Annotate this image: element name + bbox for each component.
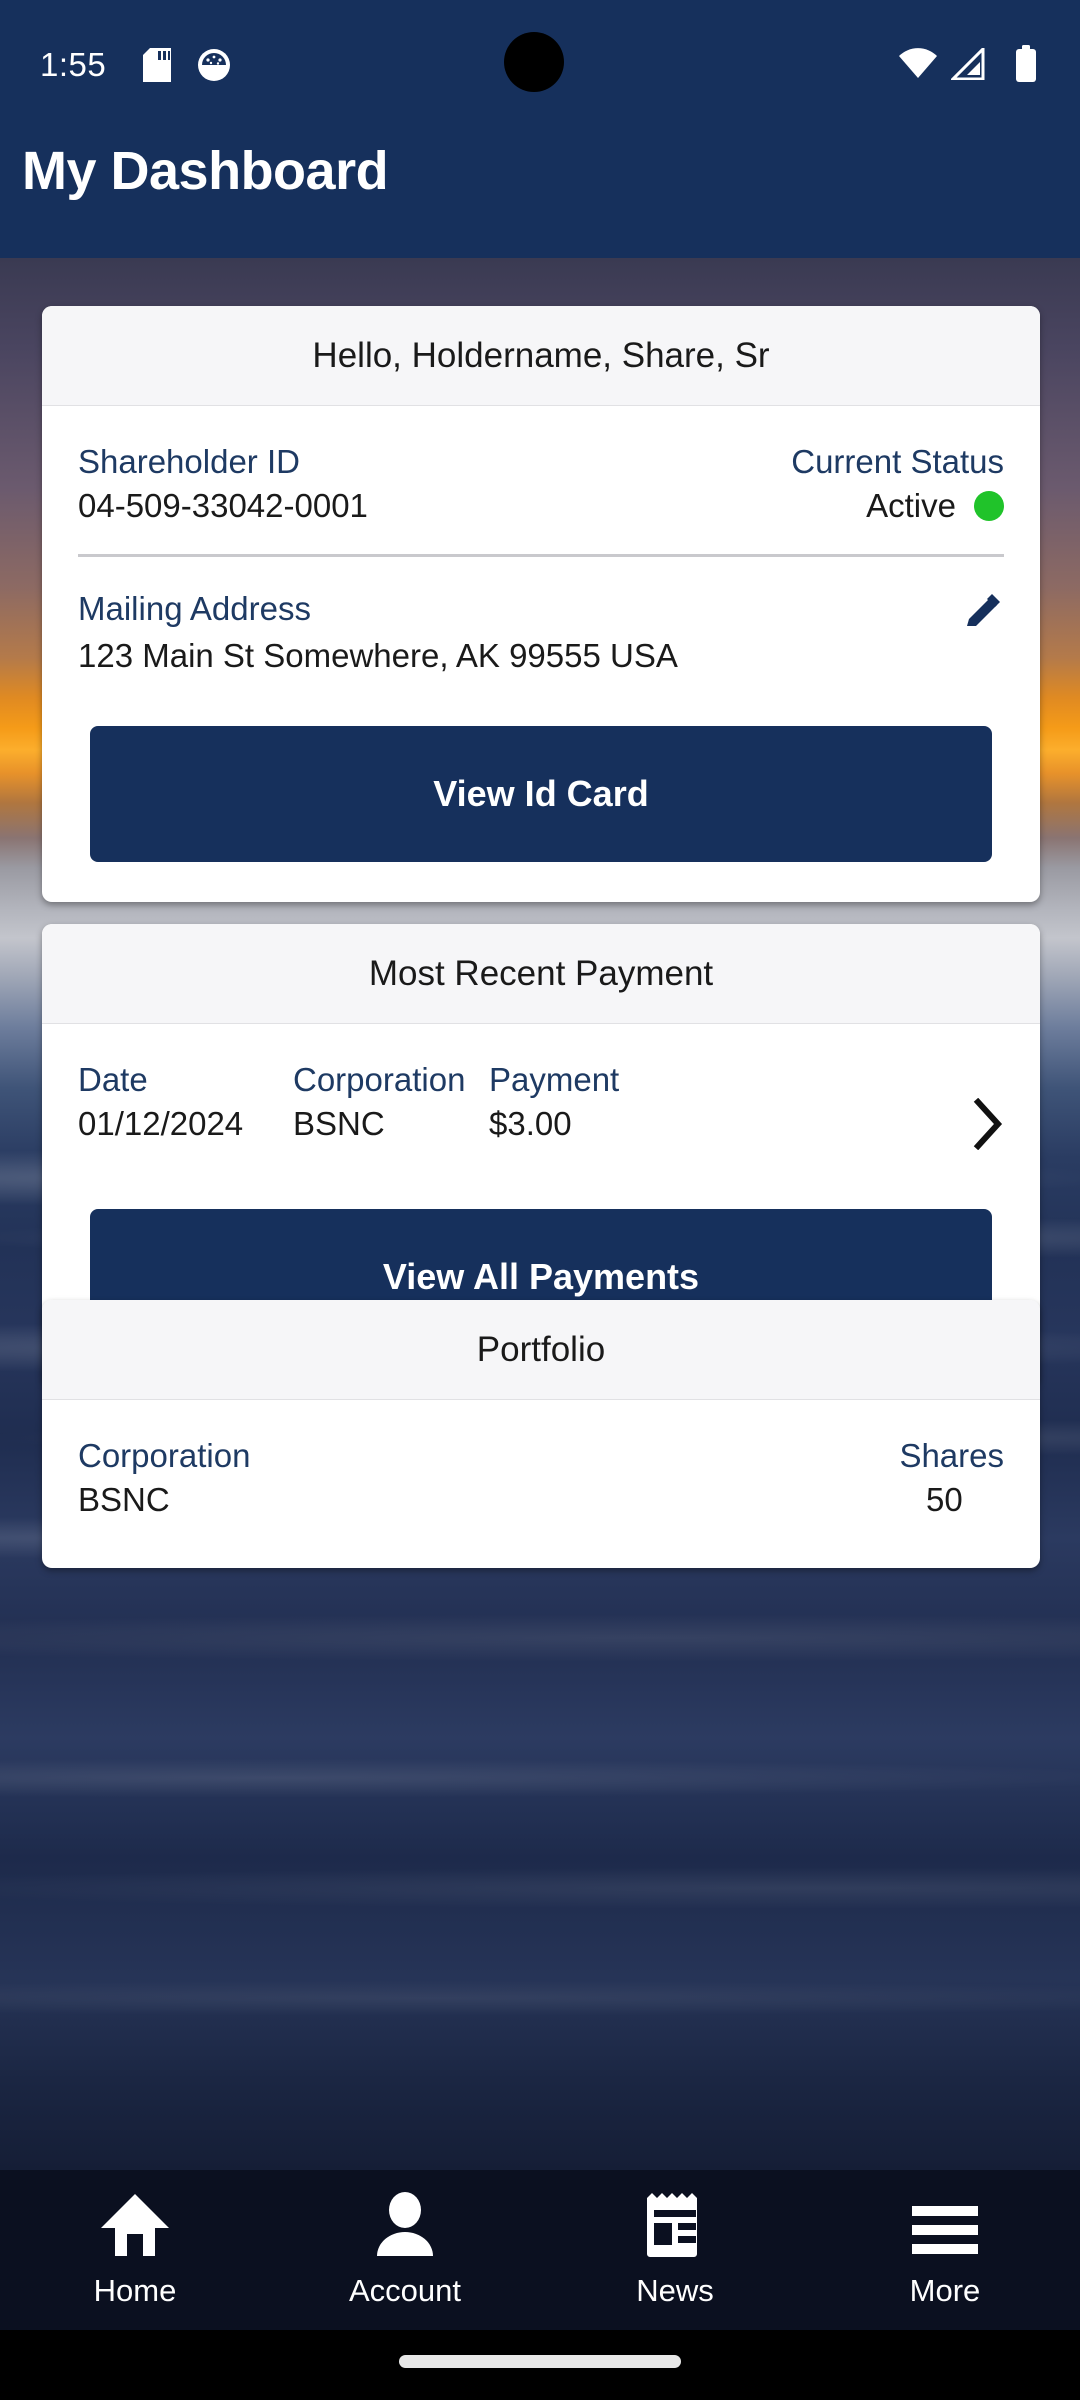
payment-amount: $3.00 [489,1105,572,1142]
status-indicator-dot [974,491,1004,521]
portfolio-columns-row: Corporation Shares [78,1400,1004,1478]
hamburger-menu-icon [908,2192,982,2263]
chevron-right-icon[interactable] [970,1097,1004,1155]
night-mode-icon [197,48,231,87]
gesture-pill[interactable] [399,2355,681,2368]
bottom-navigation-bar: Home Account News More [0,2170,1080,2330]
mailing-address-row[interactable]: Mailing Address [78,587,1004,634]
nav-label-home: Home [93,2272,177,2308]
app-header: My Dashboard [0,96,1080,258]
person-icon [373,2191,437,2263]
pencil-icon[interactable] [966,591,1004,634]
payment-card-header: Most Recent Payment [42,924,1040,1024]
battery-icon [1014,45,1038,88]
payment-date: 01/12/2024 [78,1105,244,1142]
portfolio-card: Portfolio Corporation Shares BSNC 50 [42,1300,1040,1568]
status-bar: 1:55 [0,0,1080,96]
cellular-signal-icon [949,45,985,85]
portfolio-shares: 50 [926,1481,963,1518]
nav-item-account[interactable]: Account [270,2191,540,2309]
phone-screen: 1:55 My Dashboard Hello, Holdername, Sha… [0,0,1080,2400]
current-status-value: Active [866,487,956,524]
nav-label-news: News [636,2272,714,2308]
mailing-address-label: Mailing Address [78,590,311,627]
nav-item-more[interactable]: More [810,2192,1080,2309]
shareholder-status-labels-row: Shareholder ID Current Status [78,406,1004,484]
camera-notch [504,32,564,92]
payment-row[interactable]: 01/12/2024 BSNC $3.00 [78,1097,1004,1155]
newspaper-icon [645,2192,705,2263]
nav-label-account: Account [348,2272,461,2308]
nav-item-news[interactable]: News [540,2192,810,2309]
account-card-body: Shareholder ID Current Status 04-509-330… [42,406,1040,902]
column-header-payment: Payment [489,1061,620,1098]
gesture-navigation-area [0,2330,1080,2400]
greeting-text: Hello, Holdername, Share, Sr [312,335,770,375]
sd-card-icon [143,48,171,87]
column-header-date: Date [78,1061,148,1098]
nav-label-more: More [909,2272,981,2308]
view-id-card-button[interactable]: View Id Card [90,726,992,862]
dashboard-content: Hello, Holdername, Share, Sr Shareholder… [0,258,1080,2170]
portfolio-card-title: Portfolio [476,1329,606,1369]
nav-item-home[interactable]: Home [0,2192,270,2309]
payment-corporation: BSNC [293,1105,385,1142]
column-header-corporation: Corporation [293,1061,466,1098]
table-row: BSNC 50 [78,1478,1004,1522]
column-header-corporation: Corporation [78,1437,251,1474]
shareholder-status-values-row: 04-509-33042-0001 Active [78,484,1004,528]
wifi-icon [898,48,938,85]
column-header-shares: Shares [899,1437,1004,1474]
portfolio-corporation: BSNC [78,1481,170,1518]
shareholder-id-value: 04-509-33042-0001 [78,487,368,524]
shareholder-id-label: Shareholder ID [78,443,300,480]
home-icon [99,2192,171,2263]
portfolio-card-header: Portfolio [42,1300,1040,1400]
page-title: My Dashboard [22,141,389,201]
status-badge: Active [866,484,1004,528]
payment-columns-row: Date Corporation Payment [78,1024,1004,1102]
payment-card-title: Most Recent Payment [368,953,714,993]
current-status-label: Current Status [791,443,1004,480]
portfolio-card-body: Corporation Shares BSNC 50 [42,1400,1040,1568]
account-card-header: Hello, Holdername, Share, Sr [42,306,1040,406]
account-card: Hello, Holdername, Share, Sr Shareholder… [42,306,1040,902]
status-bar-clock: 1:55 [40,46,107,83]
mailing-address-value: 123 Main St Somewhere, AK 99555 USA [78,637,678,674]
